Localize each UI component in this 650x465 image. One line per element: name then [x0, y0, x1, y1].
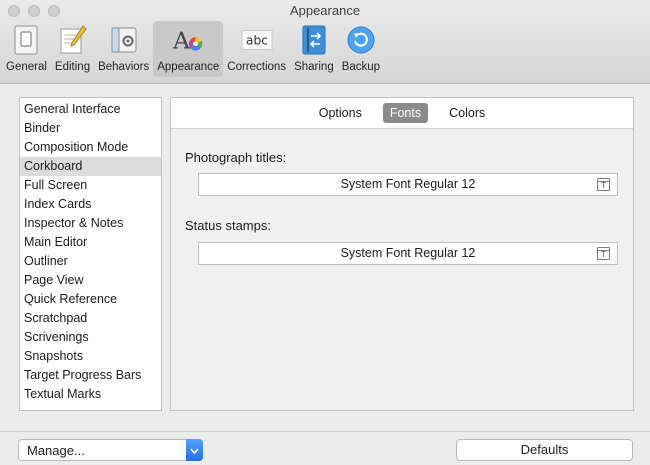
defaults-button[interactable]: Defaults — [456, 439, 633, 461]
window-title: Appearance — [289, 3, 361, 18]
toolbar-item-backup[interactable]: Backup — [338, 21, 384, 77]
toolbar-item-label: Behaviors — [98, 61, 150, 73]
manage-popup-button[interactable]: Manage... — [18, 439, 203, 461]
backup-icon — [345, 24, 377, 56]
toolbar-item-label: General — [6, 61, 47, 73]
toolbar-item-appearance[interactable]: A Appearance — [153, 21, 224, 77]
tab-colors[interactable]: Colors — [442, 103, 492, 123]
svg-text:abc: abc — [246, 34, 268, 48]
chevron-updown-icon — [186, 439, 203, 461]
editing-icon — [57, 24, 89, 56]
appearance-icon: A — [172, 24, 204, 56]
bottom-bar: Manage... Defaults — [0, 431, 650, 465]
font-panel-button[interactable]: T — [597, 178, 610, 191]
font-panel-icon: T — [601, 250, 606, 259]
tab-fonts[interactable]: Fonts — [382, 103, 429, 123]
sidebar-item-scratchpad[interactable]: Scratchpad — [20, 309, 161, 328]
photograph-titles-font-value: System Font Regular 12 — [340, 177, 476, 191]
status-stamps-label: Status stamps: — [185, 218, 271, 233]
sidebar-item-textual-marks[interactable]: Textual Marks — [20, 385, 161, 404]
sidebar-item-corkboard[interactable]: Corkboard — [20, 157, 161, 176]
sidebar-item-outliner[interactable]: Outliner — [20, 252, 161, 271]
svg-text:A: A — [172, 26, 191, 54]
preferences-toolbar: General Editing Behaviors A Appearance a… — [2, 21, 384, 77]
toolbar-item-label: Corrections — [227, 61, 287, 73]
sidebar-item-composition-mode[interactable]: Composition Mode — [20, 138, 161, 157]
toolbar-item-label: Backup — [341, 61, 381, 73]
status-stamps-font-field[interactable]: System Font Regular 12 T — [198, 242, 618, 265]
toolbar-item-label: Editing — [54, 61, 91, 73]
title-bar: Appearance General Editing Behaviors A A… — [0, 0, 650, 84]
sidebar-item-snapshots[interactable]: Snapshots — [20, 347, 161, 366]
font-panel-button[interactable]: T — [597, 247, 610, 260]
general-icon — [10, 24, 42, 56]
tab-options[interactable]: Options — [312, 103, 369, 123]
toolbar-item-corrections[interactable]: abc Corrections — [223, 21, 290, 77]
behaviors-icon — [108, 24, 140, 56]
photograph-titles-font-field[interactable]: System Font Regular 12 T — [198, 173, 618, 196]
sharing-icon — [298, 24, 330, 56]
toolbar-item-sharing[interactable]: Sharing — [290, 21, 338, 77]
sidebar-item-main-editor[interactable]: Main Editor — [20, 233, 161, 252]
sidebar-item-page-view[interactable]: Page View — [20, 271, 161, 290]
toolbar-item-label: Sharing — [294, 61, 334, 73]
sidebar-item-index-cards[interactable]: Index Cards — [20, 195, 161, 214]
corrections-icon: abc — [241, 24, 273, 56]
toolbar-item-editing[interactable]: Editing — [51, 21, 94, 77]
sidebar-item-scrivenings[interactable]: Scrivenings — [20, 328, 161, 347]
settings-panel: Options Fonts Colors Photograph titles: … — [170, 97, 634, 411]
toolbar-item-label: Appearance — [157, 61, 220, 73]
toolbar-item-behaviors[interactable]: Behaviors — [94, 21, 153, 77]
status-stamps-font-value: System Font Regular 12 — [340, 246, 476, 260]
photograph-titles-label: Photograph titles: — [185, 150, 287, 165]
sidebar-item-general-interface[interactable]: General Interface — [20, 100, 161, 119]
toolbar-item-general[interactable]: General — [2, 21, 51, 77]
sidebar-item-inspector-notes[interactable]: Inspector & Notes — [20, 214, 161, 233]
sidebar-item-quick-reference[interactable]: Quick Reference — [20, 290, 161, 309]
sidebar-item-full-screen[interactable]: Full Screen — [20, 176, 161, 195]
font-panel-icon: T — [601, 181, 606, 190]
manage-popup-label: Manage... — [27, 443, 85, 458]
appearance-category-list: General Interface Binder Composition Mod… — [19, 97, 162, 411]
sidebar-item-binder[interactable]: Binder — [20, 119, 161, 138]
sidebar-item-target-progress-bars[interactable]: Target Progress Bars — [20, 366, 161, 385]
tab-bar: Options Fonts Colors — [171, 98, 633, 129]
